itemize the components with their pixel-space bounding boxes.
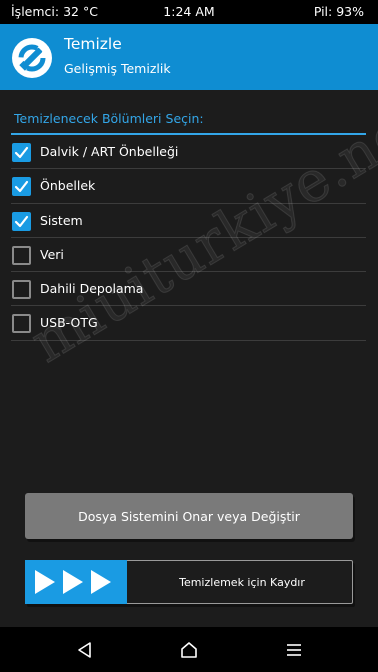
partition-option-label: Sistem [40,212,83,228]
checkbox-checked-icon[interactable] [12,211,31,231]
checkbox-checked-icon[interactable] [12,143,31,162]
battery-level: Pil: 93% [313,4,364,19]
status-bar: İşlemci: 32 °C 1:24 AM Pil: 93% [0,0,378,24]
page-subtitle: Gelişmiş Temizlik [64,61,171,76]
back-triangle-icon[interactable] [75,640,95,660]
page-title: Temizle [64,35,122,53]
checkbox-unchecked-icon[interactable] [12,245,31,265]
menu-lines-icon[interactable] [284,640,304,660]
triple-arrow-right-icon [35,570,111,594]
partition-option-label: Veri [40,246,64,262]
swipe-handle[interactable] [25,560,127,604]
home-icon[interactable] [179,640,199,660]
swipe-to-wipe-slider[interactable]: Temizlemek için Kaydır [25,560,353,604]
section-label: Temizlenecek Bölümleri Seçin: [14,111,204,126]
repair-filesystem-button[interactable]: Dosya Sistemini Onar veya Değiştir [25,493,353,539]
checkbox-checked-icon[interactable] [12,177,31,197]
header: Temizle Gelişmiş Temizlik [0,24,378,90]
checkbox-unchecked-icon[interactable] [12,280,31,300]
partition-option-label: Dalvik / ART Önbelleği [40,144,179,159]
navigation-bar [0,627,378,672]
swipe-label: Temizlemek için Kaydır [179,575,305,589]
twrp-logo-icon [12,38,52,78]
partition-option-label: Önbellek [40,178,96,194]
